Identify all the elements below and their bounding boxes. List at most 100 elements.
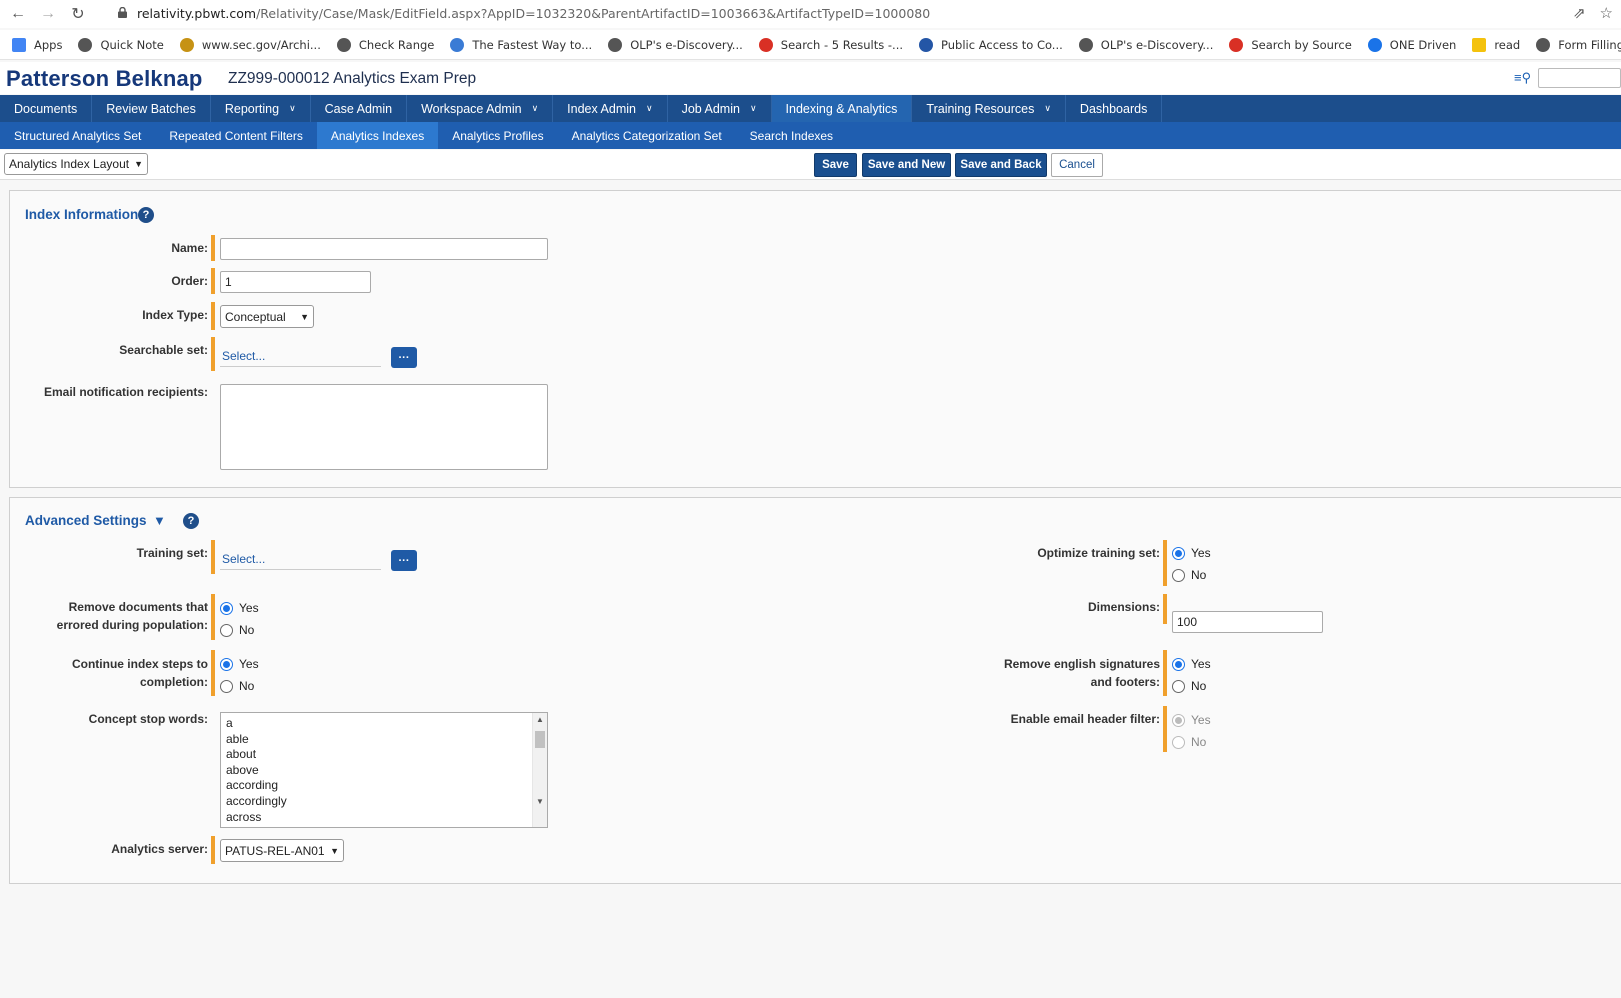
searchable-set-label: Searchable set: xyxy=(119,343,208,357)
favicon-icon xyxy=(919,37,934,52)
nav-tab[interactable]: Workspace Admin ∨ xyxy=(407,95,554,122)
nav-tab[interactable]: Review Batches xyxy=(92,95,211,122)
subnav-tab[interactable]: Analytics Indexes xyxy=(316,122,439,149)
scroll-thumb[interactable] xyxy=(535,731,545,748)
bookmark-label: read xyxy=(1494,37,1521,52)
searchable-set-picker[interactable]: Select... xyxy=(220,343,381,367)
required-marker xyxy=(211,836,215,864)
nav-tab[interactable]: Training Resources ∨ xyxy=(912,95,1066,122)
favicon-icon xyxy=(450,37,465,52)
bookmark-item[interactable]: www.sec.gov/Archi... xyxy=(179,37,321,52)
nav-tab[interactable]: Job Admin ∨ xyxy=(668,95,772,122)
bookmark-item[interactable]: OLP's e-Discovery... xyxy=(1078,37,1213,52)
bookmark-item[interactable]: Search - 5 Results -... xyxy=(758,37,903,52)
radio-icon[interactable] xyxy=(1172,568,1185,582)
searchable-set-browse-button[interactable]: ··· xyxy=(391,347,417,368)
nav-tab[interactable]: Reporting ∨ xyxy=(211,95,311,122)
name-label: Name: xyxy=(171,241,208,255)
scrollbar[interactable]: ▲ ▼ xyxy=(532,713,547,827)
radio-icon[interactable] xyxy=(1172,679,1185,693)
bookmark-item[interactable]: ONE Driven xyxy=(1367,37,1456,52)
radio-icon[interactable] xyxy=(220,623,233,637)
index-type-select[interactable]: Conceptual ▼ xyxy=(220,305,314,328)
bookmark-item[interactable]: Check Range xyxy=(336,37,434,52)
bookmark-label: The Fastest Way to... xyxy=(472,37,593,52)
bookmark-label: Form Filling - iMacr... xyxy=(1558,37,1621,52)
remove-errored-yes[interactable]: Yes xyxy=(220,601,259,615)
bookmark-item[interactable]: Quick Note xyxy=(78,37,164,52)
remove-errored-no[interactable]: No xyxy=(220,623,254,637)
help-icon[interactable]: ? xyxy=(138,207,154,223)
favicon-icon xyxy=(336,37,351,52)
subnav-tab[interactable]: Structured Analytics Set xyxy=(0,122,155,149)
name-input[interactable] xyxy=(220,238,548,260)
training-set-label: Training set: xyxy=(136,546,208,560)
order-label: Order: xyxy=(171,274,208,288)
email-recipients-textarea[interactable] xyxy=(220,384,548,470)
save-and-back-button[interactable]: Save and Back xyxy=(955,153,1047,177)
forward-icon[interactable]: → xyxy=(36,2,60,26)
radio-icon[interactable] xyxy=(1172,657,1185,671)
continue-steps-yes[interactable]: Yes xyxy=(220,657,259,671)
nav-tab[interactable]: Index Admin ∨ xyxy=(553,95,668,122)
url-host: relativity.pbwt.com xyxy=(137,6,257,21)
analytics-server-select[interactable]: PATUS-REL-AN01 ▼ xyxy=(220,839,344,862)
nav-tab[interactable]: Dashboards xyxy=(1066,95,1163,122)
bookmark-item[interactable]: OLP's e-Discovery... xyxy=(608,37,743,52)
bookmark-item[interactable]: Form Filling - iMacr... xyxy=(1536,37,1621,52)
search-icon[interactable]: ≡⚲ xyxy=(1514,70,1531,86)
scroll-down-icon[interactable]: ▼ xyxy=(536,797,544,806)
chevron-down-icon: ∨ xyxy=(645,103,653,113)
radio-icon[interactable] xyxy=(1172,546,1185,560)
radio-label: No xyxy=(1191,679,1207,693)
favicon-icon xyxy=(1367,37,1382,52)
radio-icon xyxy=(1172,735,1185,749)
nav-tab-label: Case Admin xyxy=(324,101,393,116)
bookmark-item[interactable]: The Fastest Way to... xyxy=(450,37,593,52)
reload-icon[interactable]: ↻ xyxy=(66,2,90,26)
apps-grid-icon xyxy=(12,37,26,52)
subnav-tab[interactable]: Analytics Profiles xyxy=(438,122,557,149)
nav-tab[interactable]: Indexing & Analytics xyxy=(771,95,913,122)
training-set-picker[interactable]: Select... xyxy=(220,546,381,570)
favicon-icon xyxy=(78,37,93,52)
radio-label: Yes xyxy=(1191,657,1211,671)
scroll-up-icon[interactable]: ▲ xyxy=(536,715,544,724)
nav-tab[interactable]: Case Admin xyxy=(311,95,408,122)
bookmark-item[interactable]: Search by Source xyxy=(1229,37,1352,52)
subnav-tab[interactable]: Repeated Content Filters xyxy=(155,122,316,149)
save-and-new-button[interactable]: Save and New xyxy=(862,153,951,177)
collapse-chevron-icon[interactable]: ▼ xyxy=(153,513,166,528)
save-button[interactable]: Save xyxy=(814,153,857,177)
layout-select[interactable]: Analytics Index Layout ▼ xyxy=(4,153,148,175)
bookmark-item[interactable]: read xyxy=(1472,37,1521,52)
quick-search-input[interactable] xyxy=(1538,68,1621,88)
training-set-browse-button[interactable]: ··· xyxy=(391,550,417,571)
back-icon[interactable]: ← xyxy=(6,2,30,26)
order-input[interactable]: 1 xyxy=(220,271,371,293)
radio-icon[interactable] xyxy=(220,601,233,615)
bookmark-item[interactable]: Public Access to Co... xyxy=(919,37,1063,52)
remove-signatures-no[interactable]: No xyxy=(1172,679,1206,693)
bookmark-item[interactable]: Apps xyxy=(12,37,62,52)
share-icon[interactable]: ⇗ xyxy=(1573,4,1586,22)
help-icon[interactable]: ? xyxy=(183,513,199,529)
radio-icon[interactable] xyxy=(220,657,233,671)
address-bar[interactable]: relativity.pbwt.com/Relativity/Case/Mask… xyxy=(137,6,930,21)
bookmark-star-icon[interactable]: ☆ xyxy=(1600,4,1613,22)
continue-steps-no[interactable]: No xyxy=(220,679,254,693)
radio-label: Yes xyxy=(239,657,259,671)
optimize-training-no[interactable]: No xyxy=(1172,568,1206,582)
remove-signatures-yes[interactable]: Yes xyxy=(1172,657,1211,671)
cancel-button[interactable]: Cancel xyxy=(1051,153,1103,177)
subnav-tab[interactable]: Search Indexes xyxy=(736,122,847,149)
subnav-tab[interactable]: Analytics Categorization Set xyxy=(558,122,736,149)
radio-icon[interactable] xyxy=(220,679,233,693)
nav-tab[interactable]: Documents xyxy=(0,95,93,122)
stop-words-list[interactable]: a able about above according accordingly acros… xyxy=(220,712,548,828)
dimensions-input[interactable]: 100 xyxy=(1172,611,1323,633)
index-type-value: Conceptual xyxy=(225,309,286,324)
favicon-icon xyxy=(1536,37,1551,52)
list-item: according xyxy=(226,778,279,793)
optimize-training-yes[interactable]: Yes xyxy=(1172,546,1211,560)
